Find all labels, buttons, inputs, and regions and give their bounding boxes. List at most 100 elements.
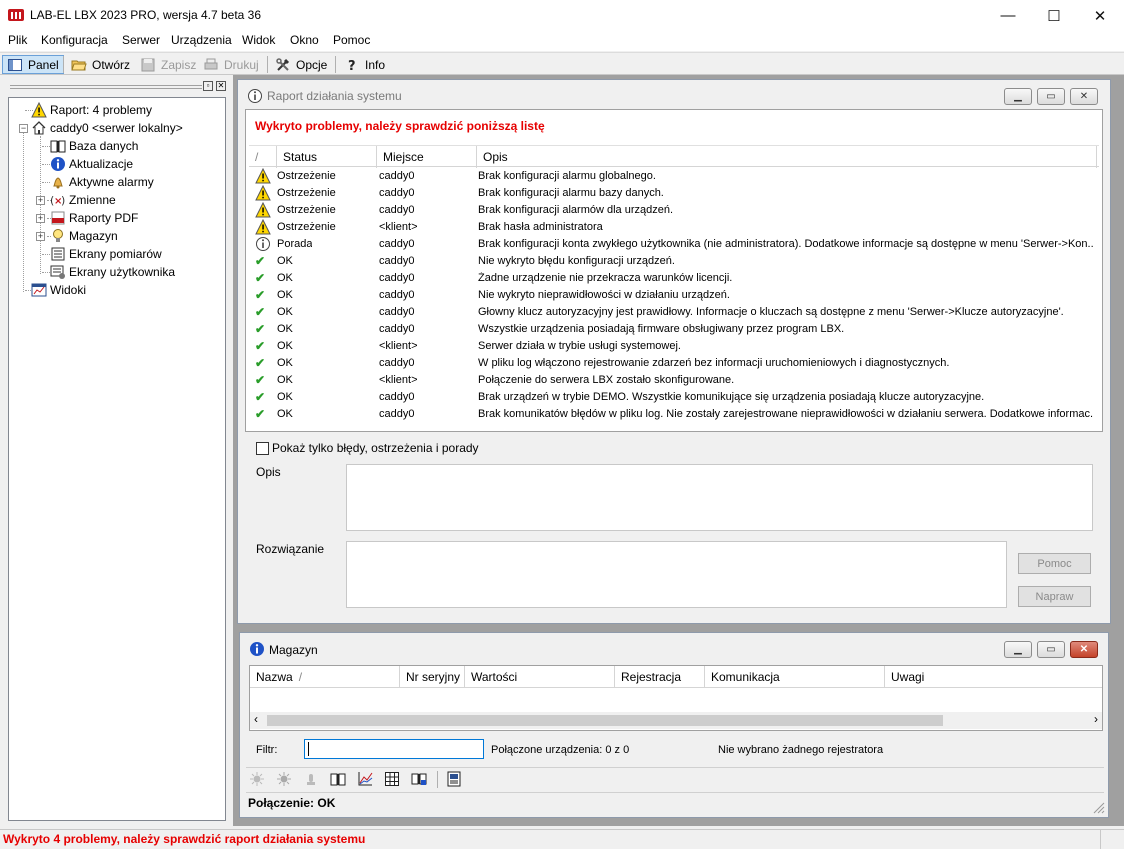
tree-item-warehouse[interactable]: Magazyn bbox=[50, 227, 118, 245]
desc-column-header[interactable]: Opis bbox=[477, 146, 1097, 168]
filter-input[interactable] bbox=[304, 739, 484, 759]
status-column-header[interactable]: Status bbox=[277, 146, 377, 168]
check-icon: ✔ bbox=[255, 254, 266, 268]
sensor-icon[interactable] bbox=[303, 771, 319, 787]
tree-item-updates[interactable]: Aktualizacje bbox=[50, 155, 133, 173]
menu-konfiguracja[interactable]: Konfiguracja bbox=[41, 33, 108, 47]
menu-okno[interactable]: Okno bbox=[290, 33, 319, 47]
warehouse-restore-icon[interactable]: ▭ bbox=[1037, 641, 1065, 658]
menu-serwer[interactable]: Serwer bbox=[122, 33, 160, 47]
help-button[interactable]: Pomoc bbox=[1018, 553, 1091, 574]
report-restore-icon[interactable]: ▭ bbox=[1037, 88, 1065, 105]
menu-plik[interactable]: Plik bbox=[8, 33, 27, 47]
report-row[interactable]: Porada caddy0 Brak konfiguracji konta zwyk… bbox=[249, 236, 1099, 253]
communication-column-header[interactable]: Komunikacja bbox=[705, 666, 885, 688]
tree-item-variables[interactable]: (×) Zmienne bbox=[50, 191, 116, 209]
sun-icon[interactable] bbox=[249, 771, 265, 787]
opis-textarea[interactable] bbox=[346, 464, 1093, 531]
expand-icon[interactable]: + bbox=[36, 232, 45, 241]
panel-grip[interactable] bbox=[10, 85, 202, 89]
warehouse-minimize-icon[interactable]: ▁ bbox=[1004, 641, 1032, 658]
registration-column-header[interactable]: Rejestracja bbox=[615, 666, 705, 688]
toolbar: Panel Otwórz Zapisz Drukuj Opcje ? Info bbox=[0, 52, 1124, 75]
tree-item-server[interactable]: caddy0 <serwer lokalny> bbox=[31, 119, 183, 137]
user-screen-icon bbox=[50, 265, 65, 279]
info-icon bbox=[51, 157, 65, 171]
tree-item-views[interactable]: Widoki bbox=[31, 281, 86, 299]
report-row[interactable]: ✔ OK caddy0 Brak komunikatów błędów w pliku… bbox=[249, 406, 1099, 423]
report-titlebar[interactable]: Raport działania systemu ▁ ▭ ✕ bbox=[238, 80, 1110, 110]
options-button[interactable]: Opcje bbox=[271, 55, 331, 74]
report-row[interactable]: ✔ OK caddy0 Brak urządzeń w trybie DEMO. Ws… bbox=[249, 389, 1099, 406]
report-row[interactable]: ✔ OK caddy0 Wszystkie urządzenia posiadają … bbox=[249, 321, 1099, 338]
info-button[interactable]: ? Info bbox=[340, 55, 389, 74]
fix-button[interactable]: Napraw bbox=[1018, 586, 1091, 607]
warehouse-titlebar[interactable]: Magazyn ▁ ▭ ✕ bbox=[240, 633, 1108, 663]
resize-grip-icon[interactable] bbox=[1093, 802, 1105, 814]
tree-label: Magazyn bbox=[69, 229, 118, 243]
menu-widok[interactable]: Widok bbox=[242, 33, 275, 47]
divider bbox=[246, 767, 1104, 768]
report-row[interactable]: ✔ OK caddy0 W pliku log włączono rejestrowa… bbox=[249, 355, 1099, 372]
horizontal-scrollbar[interactable]: ‹ › bbox=[250, 712, 1102, 729]
report-row[interactable]: Ostrzeżenie caddy0 Brak konfiguracji alarm… bbox=[249, 168, 1099, 185]
collapse-icon[interactable]: − bbox=[19, 124, 28, 133]
menu-bar: Plik Konfiguracja Serwer Urządzenia Wido… bbox=[0, 31, 1124, 51]
scroll-right-icon[interactable]: › bbox=[1094, 712, 1098, 726]
name-column-header[interactable]: Nazwa / bbox=[250, 666, 400, 688]
table-icon[interactable] bbox=[384, 771, 400, 787]
menu-pomoc[interactable]: Pomoc bbox=[333, 33, 370, 47]
sun-alt-icon[interactable] bbox=[276, 771, 292, 787]
report-row[interactable]: ✔ OK caddy0 Głowny klucz autoryzacyjny jest… bbox=[249, 304, 1099, 321]
undock-icon[interactable]: ▫ bbox=[203, 81, 213, 91]
report-row[interactable]: Ostrzeżenie caddy0 Brak konfiguracji alarm… bbox=[249, 202, 1099, 219]
warehouse-close-icon[interactable]: ✕ bbox=[1070, 641, 1098, 658]
book-view-icon[interactable] bbox=[411, 771, 427, 787]
report-minimize-icon[interactable]: ▁ bbox=[1004, 88, 1032, 105]
warning-icon bbox=[31, 102, 47, 118]
tree-label: caddy0 <serwer lokalny> bbox=[50, 121, 183, 135]
values-column-header[interactable]: Wartości bbox=[465, 666, 615, 688]
tree-item-active-alarms[interactable]: Aktywne alarmy bbox=[50, 173, 154, 191]
tree-item-pdf-reports[interactable]: Raporty PDF bbox=[50, 209, 138, 227]
report-close-icon[interactable]: ✕ bbox=[1070, 88, 1098, 105]
sort-column-header[interactable]: / bbox=[249, 146, 277, 168]
report-row[interactable]: ✔ OK caddy0 Nie wykryto nieprawidłowości w … bbox=[249, 287, 1099, 304]
tree-item-database[interactable]: Baza danych bbox=[50, 137, 138, 155]
report-row[interactable]: ✔ OK caddy0 Nie wykryto błędu konfiguracji … bbox=[249, 253, 1099, 270]
report-row[interactable]: Ostrzeżenie <klient> Brak hasła administra… bbox=[249, 219, 1099, 236]
save-button[interactable]: Zapisz bbox=[136, 55, 200, 74]
expand-icon[interactable]: + bbox=[36, 214, 45, 223]
chart-icon[interactable] bbox=[357, 771, 373, 787]
row-place: caddy0 bbox=[379, 204, 415, 216]
scrollbar-thumb[interactable] bbox=[267, 715, 943, 726]
scroll-left-icon[interactable]: ‹ bbox=[254, 712, 258, 726]
logger-icon[interactable] bbox=[446, 771, 462, 787]
open-button[interactable]: Otwórz bbox=[67, 55, 134, 74]
expand-icon[interactable]: + bbox=[36, 196, 45, 205]
panel-button[interactable]: Panel bbox=[2, 55, 64, 74]
close-button[interactable]: ✕ bbox=[1077, 0, 1123, 31]
book-icon[interactable] bbox=[330, 771, 346, 787]
close-panel-icon[interactable]: ✕ bbox=[216, 81, 226, 91]
tree-item-report[interactable]: Raport: 4 problemy bbox=[31, 101, 152, 119]
maximize-button[interactable]: ☐ bbox=[1031, 0, 1077, 31]
report-banner: Wykryto problemy, należy sprawdzić poniż… bbox=[255, 119, 545, 133]
filter-checkbox[interactable] bbox=[256, 441, 269, 455]
row-status: OK bbox=[277, 391, 293, 403]
report-row[interactable]: Ostrzeżenie caddy0 Brak konfiguracji alarm… bbox=[249, 185, 1099, 202]
menu-urzadzenia[interactable]: Urządzenia bbox=[171, 33, 232, 47]
report-row[interactable]: ✔ OK <klient> Serwer działa w trybie usługi… bbox=[249, 338, 1099, 355]
place-column-header[interactable]: Miejsce bbox=[377, 146, 477, 168]
print-button[interactable]: Drukuj bbox=[199, 55, 263, 74]
minimize-button[interactable]: — bbox=[985, 0, 1031, 31]
report-row[interactable]: ✔ OK caddy0 Żadne urządzenie nie przekracza… bbox=[249, 270, 1099, 287]
report-row[interactable]: ✔ OK <klient> Połączenie do serwera LBX zos… bbox=[249, 372, 1099, 389]
serial-column-header[interactable]: Nr seryjny bbox=[400, 666, 465, 688]
filter-checkbox-row[interactable]: Pokaż tylko błędy, ostrzeżenia i porady bbox=[256, 441, 479, 455]
tree-item-user-screens[interactable]: Ekrany użytkownika bbox=[50, 263, 175, 281]
notes-column-header[interactable]: Uwagi bbox=[885, 666, 1102, 688]
row-status: OK bbox=[277, 340, 293, 352]
solution-textarea[interactable] bbox=[346, 541, 1007, 608]
tree-item-measurement-screens[interactable]: Ekrany pomiarów bbox=[50, 245, 162, 263]
